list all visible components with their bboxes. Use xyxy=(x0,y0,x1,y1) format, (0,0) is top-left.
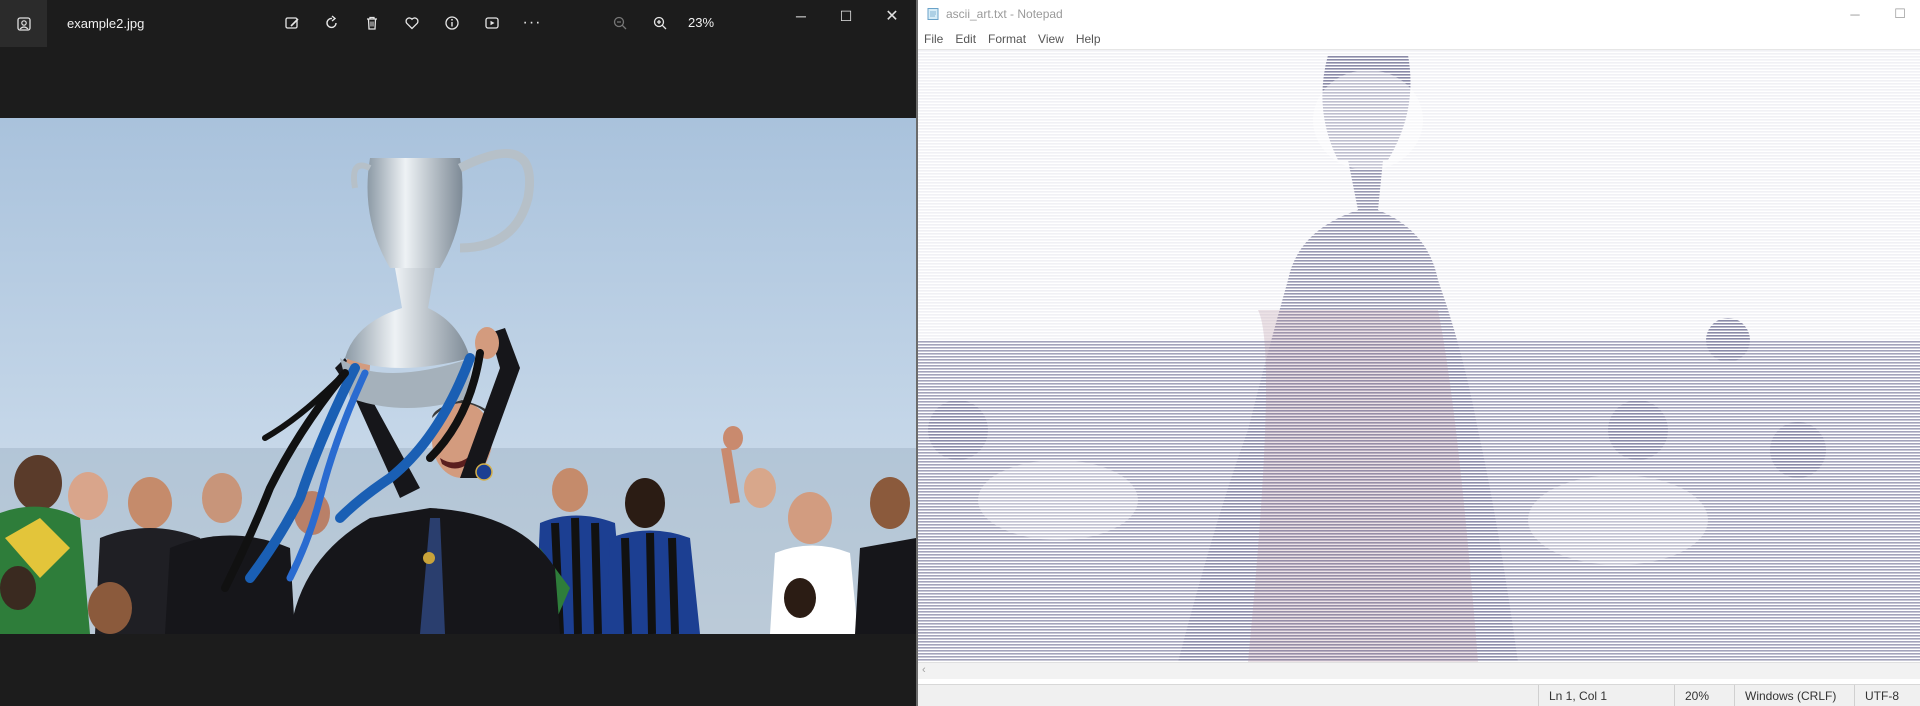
notepad-titlebar: ascii_art.txt - Notepad xyxy=(918,0,1920,28)
photo-canvas[interactable] xyxy=(0,118,916,634)
favorite-heart-icon[interactable] xyxy=(399,10,425,36)
zoom-out-icon[interactable] xyxy=(607,10,633,36)
zoom-status: 20% xyxy=(1674,685,1734,706)
desktop: example2.jpg ··· 23% ─ ☐ ✕ ascii_art.txt… xyxy=(0,0,1920,706)
edit-image-icon[interactable] xyxy=(279,10,305,36)
encoding-status: UTF-8 xyxy=(1854,685,1920,706)
text-editor[interactable] xyxy=(918,50,1920,662)
cursor-position: Ln 1, Col 1 xyxy=(1538,685,1674,706)
notepad-minimize-button[interactable]: ─ xyxy=(1837,2,1873,26)
menu-format[interactable]: Format xyxy=(988,32,1026,46)
ascii-art-rendering xyxy=(918,50,1920,662)
notepad-icon xyxy=(927,8,939,20)
menu-view[interactable]: View xyxy=(1038,32,1064,46)
notepad-menubar: File Edit Format View Help xyxy=(918,28,1920,50)
maximize-button[interactable]: ☐ xyxy=(826,4,866,28)
rotate-icon[interactable] xyxy=(319,10,345,36)
close-button[interactable]: ✕ xyxy=(872,4,912,28)
menu-edit[interactable]: Edit xyxy=(955,32,976,46)
more-icon[interactable]: ··· xyxy=(519,10,545,36)
info-icon[interactable] xyxy=(439,10,465,36)
trophy-celebration-photo xyxy=(0,118,916,634)
zoom-level: 23% xyxy=(688,15,715,30)
minimize-button[interactable]: ─ xyxy=(781,4,821,28)
status-bar: Ln 1, Col 1 20% Windows (CRLF) UTF-8 xyxy=(918,684,1920,706)
zoom-in-icon[interactable] xyxy=(647,10,673,36)
photos-window: example2.jpg ··· 23% ─ ☐ ✕ xyxy=(0,0,916,706)
notepad-maximize-button[interactable]: ☐ xyxy=(1882,2,1918,26)
menu-file[interactable]: File xyxy=(924,32,943,46)
file-name: example2.jpg xyxy=(67,16,145,31)
horizontal-scrollbar[interactable]: ‹ xyxy=(918,662,1920,679)
slideshow-icon[interactable] xyxy=(479,10,505,36)
scroll-left-icon[interactable]: ‹ xyxy=(922,664,926,676)
photos-app-icon[interactable] xyxy=(0,0,47,47)
menu-help[interactable]: Help xyxy=(1076,32,1101,46)
line-ending-status: Windows (CRLF) xyxy=(1734,685,1854,706)
notepad-title: ascii_art.txt - Notepad xyxy=(946,7,1063,21)
delete-icon[interactable] xyxy=(359,10,385,36)
notepad-window: ascii_art.txt - Notepad ─ ☐ File Edit Fo… xyxy=(918,0,1920,706)
photo-icon xyxy=(16,16,31,31)
